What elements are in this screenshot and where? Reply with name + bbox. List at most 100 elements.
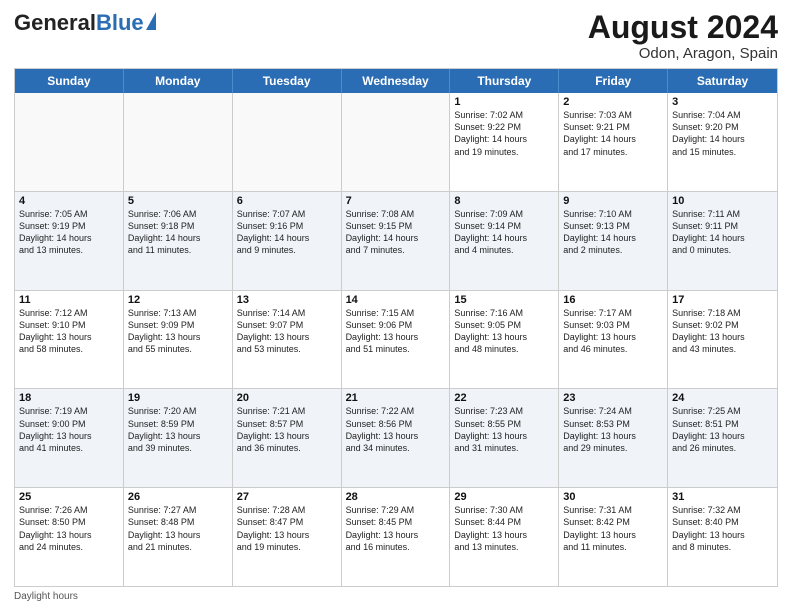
- day-number: 27: [237, 491, 337, 503]
- calendar-day-19: 19Sunrise: 7:20 AM Sunset: 8:59 PM Dayli…: [124, 389, 233, 487]
- day-info: Sunrise: 7:25 AM Sunset: 8:51 PM Dayligh…: [672, 405, 773, 454]
- calendar-empty-cell: [15, 93, 124, 191]
- day-info: Sunrise: 7:12 AM Sunset: 9:10 PM Dayligh…: [19, 307, 119, 356]
- calendar-day-14: 14Sunrise: 7:15 AM Sunset: 9:06 PM Dayli…: [342, 291, 451, 389]
- calendar-day-12: 12Sunrise: 7:13 AM Sunset: 9:09 PM Dayli…: [124, 291, 233, 389]
- day-number: 9: [563, 195, 663, 207]
- calendar: SundayMondayTuesdayWednesdayThursdayFrid…: [14, 68, 778, 587]
- header: GeneralBlue August 2024 Odon, Aragon, Sp…: [14, 10, 778, 62]
- calendar-body: 1Sunrise: 7:02 AM Sunset: 9:22 PM Daylig…: [15, 93, 777, 586]
- calendar-day-17: 17Sunrise: 7:18 AM Sunset: 9:02 PM Dayli…: [668, 291, 777, 389]
- day-number: 18: [19, 392, 119, 404]
- calendar-day-15: 15Sunrise: 7:16 AM Sunset: 9:05 PM Dayli…: [450, 291, 559, 389]
- calendar-day-10: 10Sunrise: 7:11 AM Sunset: 9:11 PM Dayli…: [668, 192, 777, 290]
- calendar-day-3: 3Sunrise: 7:04 AM Sunset: 9:20 PM Daylig…: [668, 93, 777, 191]
- calendar-day-29: 29Sunrise: 7:30 AM Sunset: 8:44 PM Dayli…: [450, 488, 559, 586]
- calendar-day-22: 22Sunrise: 7:23 AM Sunset: 8:55 PM Dayli…: [450, 389, 559, 487]
- day-info: Sunrise: 7:02 AM Sunset: 9:22 PM Dayligh…: [454, 109, 554, 158]
- calendar-day-30: 30Sunrise: 7:31 AM Sunset: 8:42 PM Dayli…: [559, 488, 668, 586]
- calendar-day-24: 24Sunrise: 7:25 AM Sunset: 8:51 PM Dayli…: [668, 389, 777, 487]
- calendar-day-11: 11Sunrise: 7:12 AM Sunset: 9:10 PM Dayli…: [15, 291, 124, 389]
- day-number: 28: [346, 491, 446, 503]
- logo-text: GeneralBlue: [14, 10, 144, 36]
- calendar-week-1: 1Sunrise: 7:02 AM Sunset: 9:22 PM Daylig…: [15, 93, 777, 192]
- calendar-day-8: 8Sunrise: 7:09 AM Sunset: 9:14 PM Daylig…: [450, 192, 559, 290]
- header-day-sunday: Sunday: [15, 69, 124, 93]
- calendar-day-2: 2Sunrise: 7:03 AM Sunset: 9:21 PM Daylig…: [559, 93, 668, 191]
- day-number: 24: [672, 392, 773, 404]
- day-number: 1: [454, 96, 554, 108]
- day-info: Sunrise: 7:03 AM Sunset: 9:21 PM Dayligh…: [563, 109, 663, 158]
- day-number: 30: [563, 491, 663, 503]
- day-info: Sunrise: 7:26 AM Sunset: 8:50 PM Dayligh…: [19, 504, 119, 553]
- calendar-day-13: 13Sunrise: 7:14 AM Sunset: 9:07 PM Dayli…: [233, 291, 342, 389]
- day-info: Sunrise: 7:28 AM Sunset: 8:47 PM Dayligh…: [237, 504, 337, 553]
- header-day-friday: Friday: [559, 69, 668, 93]
- footer-note: Daylight hours: [14, 591, 778, 602]
- calendar-day-20: 20Sunrise: 7:21 AM Sunset: 8:57 PM Dayli…: [233, 389, 342, 487]
- day-info: Sunrise: 7:05 AM Sunset: 9:19 PM Dayligh…: [19, 208, 119, 257]
- location: Odon, Aragon, Spain: [588, 45, 778, 62]
- day-number: 21: [346, 392, 446, 404]
- day-info: Sunrise: 7:27 AM Sunset: 8:48 PM Dayligh…: [128, 504, 228, 553]
- day-number: 11: [19, 294, 119, 306]
- day-number: 16: [563, 294, 663, 306]
- calendar-day-1: 1Sunrise: 7:02 AM Sunset: 9:22 PM Daylig…: [450, 93, 559, 191]
- calendar-day-16: 16Sunrise: 7:17 AM Sunset: 9:03 PM Dayli…: [559, 291, 668, 389]
- day-info: Sunrise: 7:32 AM Sunset: 8:40 PM Dayligh…: [672, 504, 773, 553]
- calendar-empty-cell: [342, 93, 451, 191]
- calendar-day-25: 25Sunrise: 7:26 AM Sunset: 8:50 PM Dayli…: [15, 488, 124, 586]
- day-info: Sunrise: 7:24 AM Sunset: 8:53 PM Dayligh…: [563, 405, 663, 454]
- day-number: 10: [672, 195, 773, 207]
- header-day-thursday: Thursday: [450, 69, 559, 93]
- calendar-day-23: 23Sunrise: 7:24 AM Sunset: 8:53 PM Dayli…: [559, 389, 668, 487]
- day-info: Sunrise: 7:22 AM Sunset: 8:56 PM Dayligh…: [346, 405, 446, 454]
- day-number: 4: [19, 195, 119, 207]
- day-info: Sunrise: 7:30 AM Sunset: 8:44 PM Dayligh…: [454, 504, 554, 553]
- day-number: 6: [237, 195, 337, 207]
- page: GeneralBlue August 2024 Odon, Aragon, Sp…: [0, 0, 792, 612]
- day-info: Sunrise: 7:08 AM Sunset: 9:15 PM Dayligh…: [346, 208, 446, 257]
- day-number: 7: [346, 195, 446, 207]
- day-number: 5: [128, 195, 228, 207]
- calendar-week-4: 18Sunrise: 7:19 AM Sunset: 9:00 PM Dayli…: [15, 389, 777, 488]
- day-number: 25: [19, 491, 119, 503]
- day-info: Sunrise: 7:17 AM Sunset: 9:03 PM Dayligh…: [563, 307, 663, 356]
- calendar-day-21: 21Sunrise: 7:22 AM Sunset: 8:56 PM Dayli…: [342, 389, 451, 487]
- day-info: Sunrise: 7:13 AM Sunset: 9:09 PM Dayligh…: [128, 307, 228, 356]
- day-number: 14: [346, 294, 446, 306]
- day-info: Sunrise: 7:29 AM Sunset: 8:45 PM Dayligh…: [346, 504, 446, 553]
- day-number: 15: [454, 294, 554, 306]
- day-info: Sunrise: 7:09 AM Sunset: 9:14 PM Dayligh…: [454, 208, 554, 257]
- day-number: 3: [672, 96, 773, 108]
- month-year: August 2024: [588, 10, 778, 45]
- calendar-empty-cell: [124, 93, 233, 191]
- logo: GeneralBlue: [14, 10, 156, 36]
- calendar-week-3: 11Sunrise: 7:12 AM Sunset: 9:10 PM Dayli…: [15, 291, 777, 390]
- day-number: 2: [563, 96, 663, 108]
- day-number: 23: [563, 392, 663, 404]
- day-number: 31: [672, 491, 773, 503]
- day-number: 12: [128, 294, 228, 306]
- header-day-tuesday: Tuesday: [233, 69, 342, 93]
- day-info: Sunrise: 7:20 AM Sunset: 8:59 PM Dayligh…: [128, 405, 228, 454]
- day-info: Sunrise: 7:18 AM Sunset: 9:02 PM Dayligh…: [672, 307, 773, 356]
- day-number: 8: [454, 195, 554, 207]
- calendar-day-5: 5Sunrise: 7:06 AM Sunset: 9:18 PM Daylig…: [124, 192, 233, 290]
- day-info: Sunrise: 7:19 AM Sunset: 9:00 PM Dayligh…: [19, 405, 119, 454]
- day-info: Sunrise: 7:16 AM Sunset: 9:05 PM Dayligh…: [454, 307, 554, 356]
- calendar-day-31: 31Sunrise: 7:32 AM Sunset: 8:40 PM Dayli…: [668, 488, 777, 586]
- day-info: Sunrise: 7:31 AM Sunset: 8:42 PM Dayligh…: [563, 504, 663, 553]
- day-number: 22: [454, 392, 554, 404]
- day-number: 13: [237, 294, 337, 306]
- title-block: August 2024 Odon, Aragon, Spain: [588, 10, 778, 62]
- calendar-day-26: 26Sunrise: 7:27 AM Sunset: 8:48 PM Dayli…: [124, 488, 233, 586]
- day-number: 17: [672, 294, 773, 306]
- logo-icon: [146, 12, 156, 30]
- calendar-week-2: 4Sunrise: 7:05 AM Sunset: 9:19 PM Daylig…: [15, 192, 777, 291]
- day-info: Sunrise: 7:06 AM Sunset: 9:18 PM Dayligh…: [128, 208, 228, 257]
- day-info: Sunrise: 7:07 AM Sunset: 9:16 PM Dayligh…: [237, 208, 337, 257]
- header-day-wednesday: Wednesday: [342, 69, 451, 93]
- day-info: Sunrise: 7:23 AM Sunset: 8:55 PM Dayligh…: [454, 405, 554, 454]
- calendar-day-9: 9Sunrise: 7:10 AM Sunset: 9:13 PM Daylig…: [559, 192, 668, 290]
